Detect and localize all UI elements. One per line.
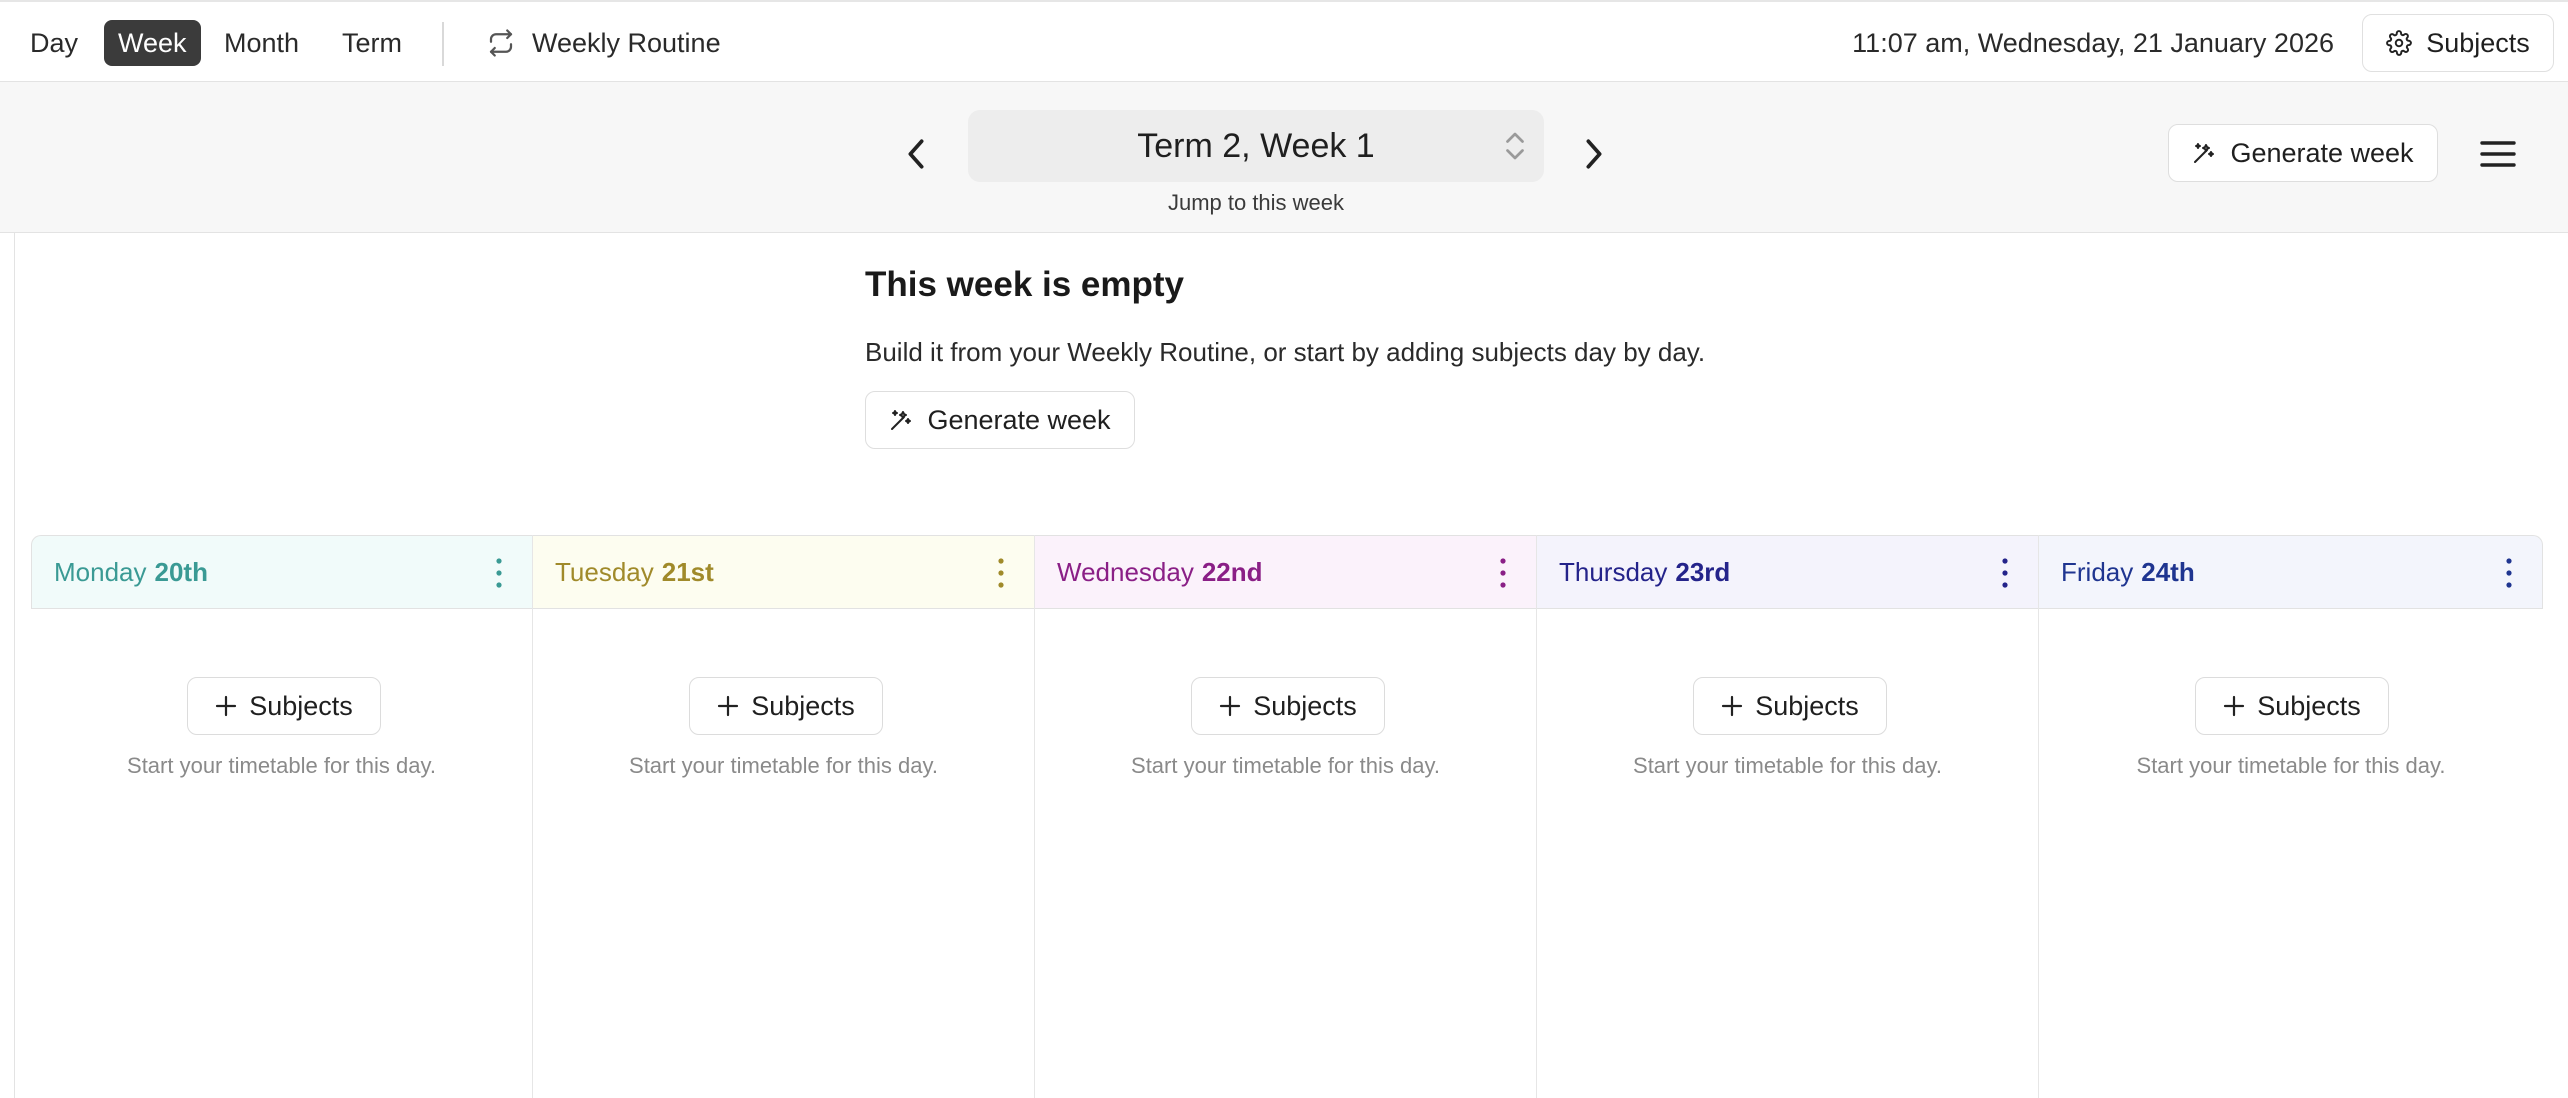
day-header: Tuesday 21st xyxy=(533,535,1034,609)
day-empty-hint: Start your timetable for this day. xyxy=(127,753,436,778)
day-column-friday: Friday 24th Subjects Start your timetabl… xyxy=(2039,535,2543,1098)
weekly-routine-label: Weekly Routine xyxy=(532,27,721,58)
repeat-icon xyxy=(489,29,513,57)
updown-chevron-icon xyxy=(1506,132,1524,160)
day-column-monday: Monday 20th Subjects Start your timetabl… xyxy=(31,535,533,1098)
top-toolbar: Day Week Month Term Weekly Routine 11:07… xyxy=(0,0,2568,82)
add-subjects-button[interactable]: Subjects xyxy=(1693,677,1887,735)
chevron-left-icon xyxy=(908,139,924,169)
add-subjects-button[interactable]: Subjects xyxy=(689,677,883,735)
day-column-tuesday: Tuesday 21st Subjects Start your timetab… xyxy=(533,535,1035,1098)
kebab-icon[interactable] xyxy=(1496,556,1510,590)
day-empty-hint: Start your timetable for this day. xyxy=(2136,753,2446,778)
plus-icon xyxy=(1722,695,1743,717)
generate-week-empty-label: Generate week xyxy=(927,404,1111,435)
week-selector[interactable]: Term 2, Week 1 xyxy=(968,110,1544,182)
generate-week-button[interactable]: Generate week xyxy=(2168,124,2438,182)
add-subjects-button[interactable]: Subjects xyxy=(1191,677,1385,735)
add-subjects-label: Subjects xyxy=(1253,690,1357,721)
plus-icon xyxy=(216,695,237,717)
day-empty-hint: Start your timetable for this day. xyxy=(629,753,938,778)
day-date: 20th xyxy=(154,556,208,587)
subjects-settings-label: Subjects xyxy=(2426,27,2530,58)
kebab-icon[interactable] xyxy=(994,556,1008,590)
kebab-icon[interactable] xyxy=(492,556,506,590)
day-empty-hint: Start your timetable for this day. xyxy=(1633,753,1942,778)
chevron-right-icon xyxy=(1586,139,1602,169)
jump-to-week-link[interactable]: Jump to this week xyxy=(968,190,1544,216)
add-subjects-button[interactable]: Subjects xyxy=(187,677,381,735)
hamburger-icon xyxy=(2480,141,2516,167)
plus-icon xyxy=(1220,695,1241,717)
day-column-wednesday: Wednesday 22nd Subjects Start your timet… xyxy=(1035,535,1537,1098)
day-name: Monday xyxy=(54,556,147,587)
day-header: Monday 20th xyxy=(31,535,532,609)
add-subjects-label: Subjects xyxy=(249,690,353,721)
week-navigation: Term 2, Week 1 Jump to this week Generat… xyxy=(0,82,2568,233)
add-subjects-label: Subjects xyxy=(2257,690,2361,721)
day-name: Thursday xyxy=(1559,556,1668,587)
day-date: 23rd xyxy=(1675,556,1731,587)
generate-week-empty-button[interactable]: Generate week xyxy=(865,391,1135,449)
add-subjects-label: Subjects xyxy=(751,690,855,721)
day-name: Wednesday xyxy=(1057,556,1194,587)
gear-icon xyxy=(2386,30,2413,56)
add-subjects-button[interactable]: Subjects xyxy=(2195,677,2389,735)
plus-icon xyxy=(2224,695,2245,717)
current-datetime: 11:07 am, Wednesday, 21 January 2026 xyxy=(1852,28,2334,58)
day-header: Friday 24th xyxy=(2039,535,2543,609)
day-date: 22nd xyxy=(1201,556,1263,587)
day-empty-hint: Start your timetable for this day. xyxy=(1131,753,1440,778)
day-name: Friday xyxy=(2061,556,2134,587)
generate-week-label: Generate week xyxy=(2230,137,2414,168)
next-week-button[interactable] xyxy=(1574,124,1614,184)
tab-term[interactable]: Term xyxy=(328,20,416,66)
day-name: Tuesday xyxy=(555,556,654,587)
kebab-icon[interactable] xyxy=(1998,556,2012,590)
main-menu-button[interactable] xyxy=(2478,134,2518,174)
day-date: 21st xyxy=(661,556,714,587)
add-subjects-label: Subjects xyxy=(1755,690,1859,721)
empty-week-description: Build it from your Weekly Routine, or st… xyxy=(865,337,1706,367)
toolbar-divider xyxy=(442,22,444,66)
previous-week-button[interactable] xyxy=(896,124,936,184)
subjects-settings-button[interactable]: Subjects xyxy=(2362,14,2554,72)
day-column-thursday: Thursday 23rd Subjects Start your timeta… xyxy=(1537,535,2039,1098)
magic-wand-icon xyxy=(2194,143,2215,163)
tab-week[interactable]: Week xyxy=(104,20,201,66)
plus-icon xyxy=(718,695,739,717)
magic-wand-icon xyxy=(891,410,912,430)
tab-day[interactable]: Day xyxy=(16,20,92,66)
week-content: This week is empty Build it from your We… xyxy=(14,233,2568,1098)
day-header: Thursday 23rd xyxy=(1537,535,2038,609)
day-date: 24th xyxy=(2141,556,2195,587)
week-selector-label: Term 2, Week 1 xyxy=(1137,126,1375,165)
weekly-routine-link[interactable]: Weekly Routine xyxy=(486,20,721,66)
kebab-icon[interactable] xyxy=(2502,556,2516,590)
tab-month[interactable]: Month xyxy=(210,20,313,66)
day-columns: Monday 20th Subjects Start your timetabl… xyxy=(31,535,2543,1098)
day-header: Wednesday 22nd xyxy=(1035,535,1536,609)
empty-week-title: This week is empty xyxy=(865,265,1185,304)
